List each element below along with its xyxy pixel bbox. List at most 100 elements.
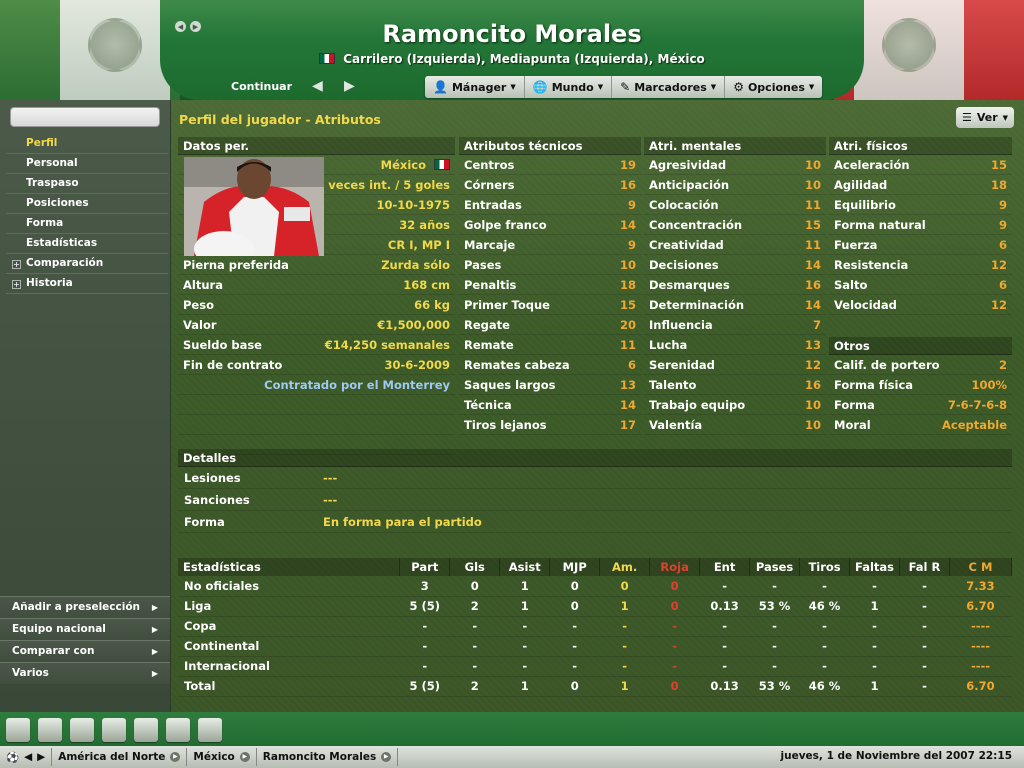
breadcrumb-item[interactable]: América del Norte ▶ [52, 748, 188, 766]
sidebar-item-historia[interactable]: + Historia [6, 274, 168, 294]
physical-attributes-section: Atri. físicos Aceleración 15 Agilidad 18 E… [829, 137, 1012, 315]
view-button[interactable]: ☰ Ver ▼ [956, 107, 1014, 128]
table-cell: 1 [499, 676, 550, 697]
table-cell: - [699, 616, 750, 637]
column-header[interactable]: Roja [649, 558, 701, 576]
breadcrumb-label: Ramoncito Morales [262, 751, 377, 763]
sidebar-item-estadisticas[interactable]: Estadísticas [6, 234, 168, 254]
continue-button[interactable]: Continuar [231, 80, 292, 93]
home-icon[interactable] [6, 718, 30, 742]
column-header[interactable]: Am. [599, 558, 651, 576]
row-label: Sueldo base [183, 338, 262, 352]
column-header[interactable]: Tiros [799, 558, 851, 576]
menu-mundo[interactable]: 🌐 Mundo ▼ [525, 76, 613, 98]
table-row: Copa - - - - - - - - - - - ---- [178, 616, 1012, 637]
inbox-icon[interactable] [38, 718, 62, 742]
menu-manager[interactable]: 👤 Mánager ▼ [425, 76, 525, 98]
attr-row: Determinación 14 [644, 295, 826, 315]
attr-row: Remates cabeza 6 [459, 355, 641, 375]
table-cell: - [649, 616, 700, 637]
sidebar-item-comparacion[interactable]: + Comparación [6, 254, 168, 274]
sidebar-item-traspaso[interactable]: Traspaso [6, 174, 168, 194]
attr-value: 10 [804, 398, 821, 412]
forward-arrow-icon[interactable]: ▶ [37, 751, 45, 763]
table-cell: 3 [399, 576, 450, 597]
position-short-value: CR I, MP I [387, 238, 450, 252]
attr-value: 6 [998, 278, 1007, 292]
column-header[interactable]: Part [399, 558, 451, 576]
table-cell: 0 [599, 576, 650, 597]
attr-label: Agilidad [834, 178, 888, 192]
squad-icon[interactable] [70, 718, 94, 742]
contract-note-row: Contratado por el Monterrey [178, 375, 455, 395]
chevron-right-icon: ▶ [151, 603, 158, 612]
column-header[interactable]: MJP [549, 558, 601, 576]
sidebar-item-perfil[interactable]: Perfil [6, 134, 168, 154]
chevron-right-icon: ▶ [151, 647, 158, 656]
table-cell: Internacional [178, 656, 400, 677]
personal-row: Peso 66 kg [178, 295, 455, 315]
sidebar-item-posiciones[interactable]: Posiciones [6, 194, 168, 214]
column-header[interactable]: Asist [499, 558, 551, 576]
competitions-icon[interactable] [166, 718, 190, 742]
attr-label: Serenidad [649, 358, 715, 372]
forward-arrow-icon[interactable]: ▶ [344, 78, 355, 94]
sidebar-item-personal[interactable]: Personal [6, 154, 168, 174]
attr-label: Pases [464, 258, 502, 272]
details-section: Detalles Lesiones --- Sanciones --- Forma E… [178, 449, 1012, 533]
table-cell: 2 [449, 676, 500, 697]
table-cell: 1 [499, 576, 550, 597]
attr-label: Concentración [649, 218, 743, 232]
attr-row: Penaltis 18 [459, 275, 641, 295]
table-cell: - [749, 656, 800, 677]
row-label: Pierna preferida [183, 258, 289, 272]
attr-value: 12 [990, 298, 1007, 312]
attr-label: Influencia [649, 318, 713, 332]
expand-icon[interactable]: + [12, 260, 21, 269]
contract-club-link[interactable]: Contratado por el Monterrey [264, 375, 450, 394]
action-compare-with[interactable]: Comparar con ▶ [0, 640, 170, 662]
caret-down-icon: ▼ [710, 83, 717, 91]
attr-label: Golpe franco [464, 218, 547, 232]
search-input[interactable] [10, 107, 160, 127]
table-cell: Total [178, 676, 400, 697]
table-cell: - [449, 616, 500, 637]
column-header[interactable]: C M [949, 558, 1013, 576]
attr-value: 12 [804, 358, 821, 372]
action-national-team[interactable]: Equipo nacional ▶ [0, 618, 170, 640]
expand-icon[interactable]: + [12, 280, 21, 289]
sidebar-actions: Añadir a preselección ▶ Equipo nacional ▶ … [0, 596, 170, 684]
globe-icon: 🌐 [532, 80, 548, 94]
menu-marcadores[interactable]: ✎ Marcadores ▼ [612, 76, 726, 98]
breadcrumb-item[interactable]: México ▶ [187, 748, 257, 766]
sidebar-item-forma[interactable]: Forma [6, 214, 168, 234]
attr-value: 18 [990, 178, 1007, 192]
column-header[interactable]: Faltas [849, 558, 901, 576]
attr-label: Técnica [464, 398, 512, 412]
column-header[interactable]: Gls [449, 558, 501, 576]
schedule-icon[interactable] [134, 718, 158, 742]
menu-opciones[interactable]: ⚙ Opciones ▼ [725, 76, 822, 98]
personal-row: Sueldo base €14,250 semanales [178, 335, 455, 355]
breadcrumb-item[interactable]: Ramoncito Morales ▶ [257, 748, 399, 766]
action-misc[interactable]: Varios ▶ [0, 662, 170, 684]
column-header[interactable]: Pases [749, 558, 801, 576]
back-arrow-icon[interactable]: ◀ [312, 78, 323, 94]
action-label: Equipo nacional [12, 623, 106, 635]
attr-row: Golpe franco 14 [459, 215, 641, 235]
attr-row: Valentía 10 [644, 415, 826, 435]
personal-row: Pierna preferida Zurda sólo [178, 255, 455, 275]
age-value: 32 años [399, 218, 450, 232]
tactics-icon[interactable] [102, 718, 126, 742]
table-cell: - [799, 656, 850, 677]
caret-down-icon: ▼ [1002, 113, 1009, 122]
attr-value: 20 [619, 318, 636, 332]
attr-row: Técnica 14 [459, 395, 641, 415]
column-header[interactable]: Estadísticas [178, 558, 401, 576]
world-icon[interactable] [198, 718, 222, 742]
table-cell: 0 [449, 576, 500, 597]
column-header[interactable]: Fal R [899, 558, 950, 576]
back-arrow-icon[interactable]: ◀ [24, 751, 32, 763]
action-add-shortlist[interactable]: Añadir a preselección ▶ [0, 596, 170, 618]
column-header[interactable]: Ent [699, 558, 751, 576]
